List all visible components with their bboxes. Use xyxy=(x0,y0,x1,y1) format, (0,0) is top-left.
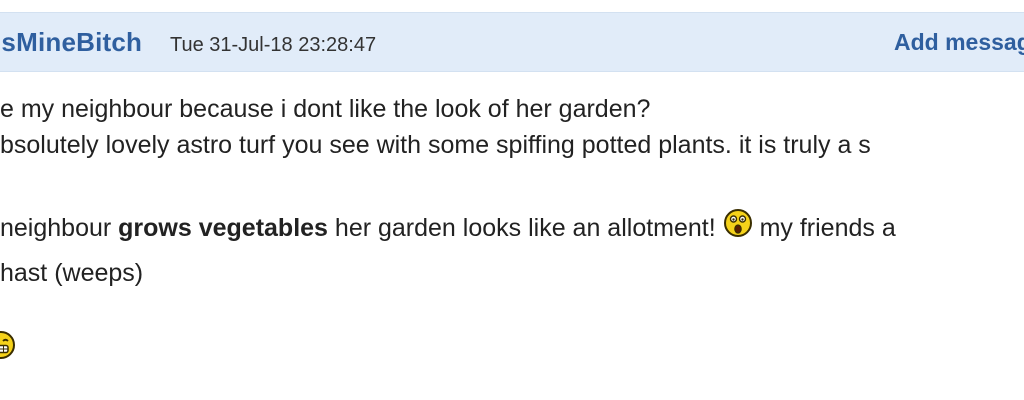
add-message-link[interactable]: Add messag xyxy=(894,29,1024,56)
post-text-line: hast (weeps) xyxy=(0,259,144,287)
emoji-line xyxy=(0,330,16,369)
grin-smiley-icon xyxy=(0,330,16,369)
post-text-line: neighbour grows vegetables her garden lo… xyxy=(0,208,896,247)
post-header: IsMineBitch Tue 31-Jul-18 23:28:47 Add m… xyxy=(0,12,1024,72)
post-text-line: e my neighbour because i dont like the l… xyxy=(0,95,651,123)
text-segment: her garden looks like an allotment! xyxy=(327,214,723,243)
shocked-smiley-icon xyxy=(723,208,753,247)
message-post: IsMineBitch Tue 31-Jul-18 23:28:47 Add m… xyxy=(0,0,1024,400)
text-segment: my friends a xyxy=(752,214,896,243)
post-text-line: bsolutely lovely astro turf you see with… xyxy=(0,131,871,159)
username-link[interactable]: IsMineBitch xyxy=(0,27,142,58)
text-segment: neighbour xyxy=(0,214,119,243)
post-timestamp: Tue 31-Jul-18 23:28:47 xyxy=(170,34,377,56)
bold-text: grows vegetables xyxy=(118,214,328,243)
